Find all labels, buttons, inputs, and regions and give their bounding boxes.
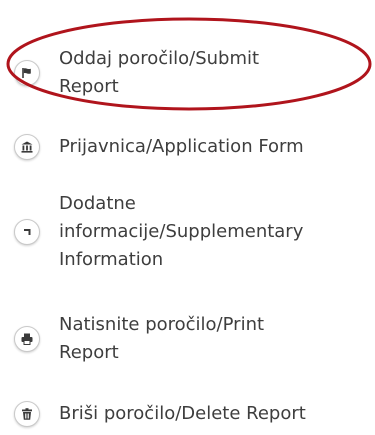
print-report-item[interactable]: Natisnite poročilo/Print Report [14,311,359,367]
arrow-icon [14,219,40,245]
flag-icon [14,60,40,86]
print-report-label: Natisnite poročilo/Print Report [59,314,265,363]
institution-icon [14,134,40,160]
submit-report-item[interactable]: Oddaj poročilo/Submit Report [14,45,359,101]
print-icon [14,326,40,352]
supplementary-information-item[interactable]: Dodatne informacije/Supplementary Inform… [14,190,359,274]
trash-icon [14,401,40,427]
submit-report-label: Oddaj poročilo/Submit Report [59,48,260,97]
supplementary-information-label: Dodatne informacije/Supplementary Inform… [59,193,304,270]
delete-report-label: Briši poročilo/Delete Report [59,403,306,424]
delete-report-item[interactable]: Briši poročilo/Delete Report [14,400,359,428]
application-form-item[interactable]: Prijavnica/Application Form [14,133,359,161]
application-form-label: Prijavnica/Application Form [59,136,304,157]
report-actions-menu: Oddaj poročilo/Submit Report Prijavnica/… [0,0,375,435]
